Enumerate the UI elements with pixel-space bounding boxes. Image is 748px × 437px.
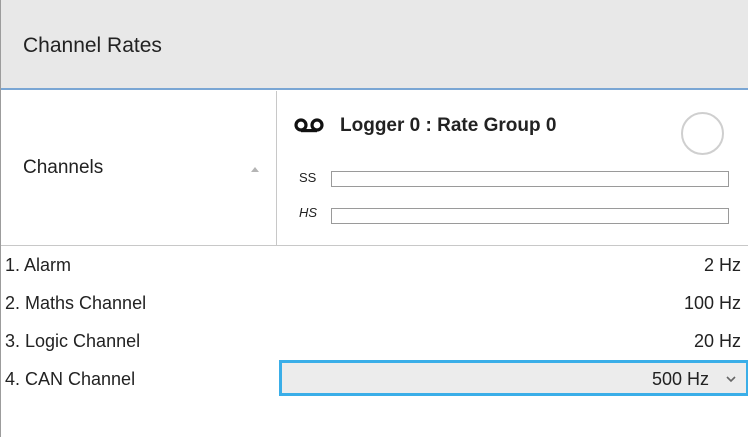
logger-title: Logger 0 : Rate Group 0 (340, 115, 557, 136)
channels-column-label: Channels (23, 157, 104, 178)
table-row[interactable]: 3. Logic Channel 20 Hz (1, 321, 748, 359)
channel-name: 4. CAN Channel (5, 369, 136, 389)
panel-title-bar: Channel Rates (1, 0, 748, 90)
table-row[interactable]: 1. Alarm 2 Hz (1, 245, 748, 283)
ss-meter-bar (331, 171, 729, 187)
panel-title: Channel Rates (23, 34, 162, 57)
channels-column-header[interactable]: Channels (1, 91, 277, 246)
table-row[interactable]: 4. CAN Channel 500 Hz (1, 359, 748, 397)
channel-rates-panel: Channel Rates Channels Logger 0 : Rate G… (0, 0, 748, 437)
ss-meter-label: SS (299, 170, 317, 185)
chevron-down-icon[interactable] (725, 374, 737, 384)
hs-meter-bar (331, 208, 729, 224)
channel-name: 2. Maths Channel (5, 293, 147, 313)
cassette-tape-icon (294, 118, 324, 133)
logger-column-header: Logger 0 : Rate Group 0 SS HS (277, 91, 748, 246)
channel-rate[interactable]: 20 Hz (694, 331, 741, 352)
sort-ascending-icon (251, 167, 259, 172)
rate-dropdown[interactable]: 500 Hz (279, 360, 748, 396)
channel-name: 3. Logic Channel (5, 331, 141, 351)
channel-rate[interactable]: 2 Hz (704, 255, 741, 276)
table-row[interactable]: 2. Maths Channel 100 Hz (1, 283, 748, 321)
rate-dropdown-value: 500 Hz (651, 369, 709, 389)
table-header: Channels Logger 0 : Rate Group 0 SS HS (1, 91, 748, 246)
channel-name: 1. Alarm (5, 255, 72, 275)
status-circle-icon (681, 112, 724, 155)
hs-meter-label: HS (299, 205, 318, 220)
channel-rate[interactable]: 100 Hz (684, 293, 741, 314)
